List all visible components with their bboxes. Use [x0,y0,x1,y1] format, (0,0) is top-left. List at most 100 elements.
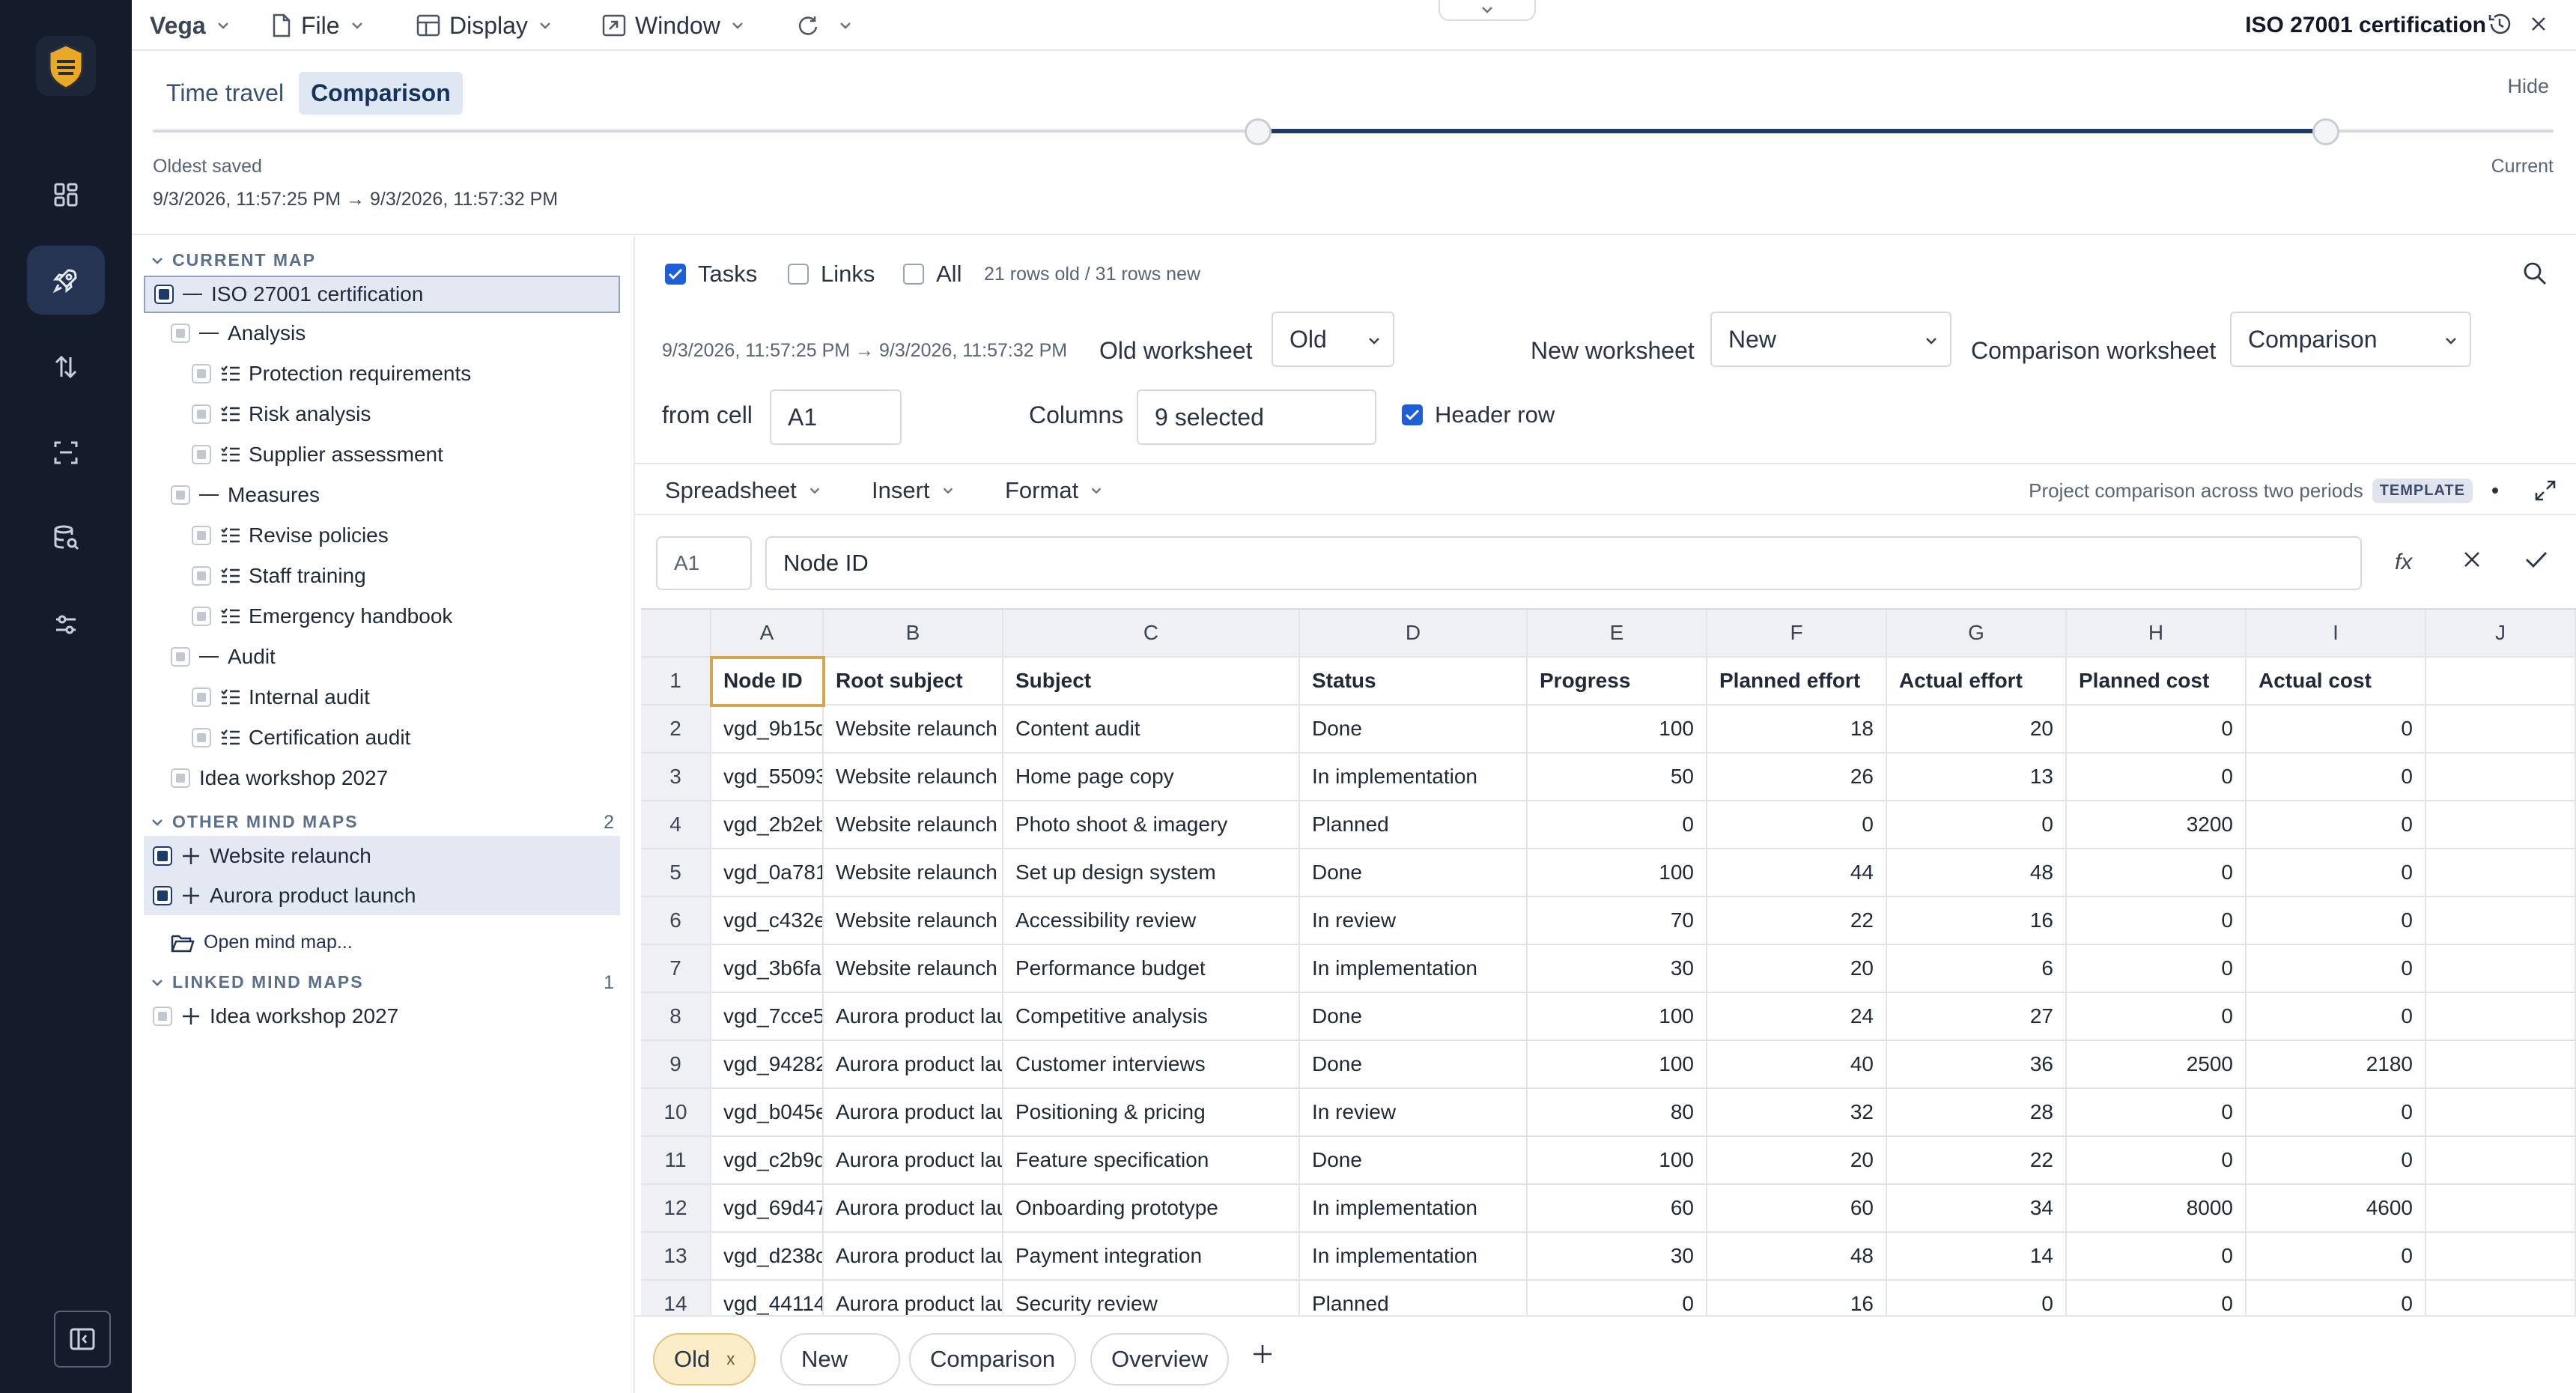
table-cell[interactable]: vgd_c2b9d [711,1137,824,1185]
column-header-J[interactable]: J [2426,610,2576,658]
column-header-C[interactable]: C [1003,610,1300,658]
row-number[interactable]: 7 [641,945,711,993]
table-cell[interactable]: 2500 [2067,1041,2247,1089]
menu-display[interactable]: Display [416,0,553,51]
timeline-end-handle[interactable] [2312,118,2339,145]
node-checkbox[interactable] [171,768,190,788]
header-cell[interactable]: Planned cost [2067,658,2247,705]
table-cell[interactable]: Aurora product launch [824,1089,1003,1137]
sheet-tab-new[interactable]: New [780,1333,900,1386]
tree-node-certification-audit[interactable]: Certification audit [192,719,410,756]
table-cell[interactable]: Done [1300,705,1528,753]
table-cell[interactable]: 0 [2067,753,2247,801]
table-cell[interactable]: vgd_c432e [711,897,824,945]
column-header-I[interactable]: I [2247,610,2426,658]
table-cell[interactable]: 30 [1528,1233,1707,1281]
menu-insert[interactable]: Insert [872,464,956,517]
tasks-checkbox[interactable]: Tasks [665,261,757,288]
table-cell[interactable]: 36 [1887,1041,2067,1089]
table-cell[interactable]: 26 [1707,753,1887,801]
node-checkbox[interactable] [192,526,211,545]
hide-button[interactable]: Hide [2507,75,2549,98]
table-cell[interactable]: Onboarding prototype [1003,1185,1300,1233]
table-cell[interactable]: vgd_94282 [711,1041,824,1089]
expand-button[interactable] [2534,479,2557,502]
table-cell[interactable]: Customer interviews [1003,1041,1300,1089]
row-number[interactable]: 9 [641,1041,711,1089]
table-cell[interactable]: 30 [1528,945,1707,993]
node-checkbox[interactable] [192,607,211,626]
table-cell[interactable]: Aurora product launch [824,1233,1003,1281]
table-cell[interactable]: Aurora product launch [824,1185,1003,1233]
table-cell[interactable]: 0 [1887,1281,2067,1315]
rail-scan-button[interactable] [27,418,105,487]
table-cell[interactable]: Planned [1300,1281,1528,1315]
table-cell[interactable] [2426,897,2576,945]
row-number[interactable]: 5 [641,849,711,897]
sheet-tab-old[interactable]: Old x [653,1333,756,1386]
table-cell[interactable]: Website relaunch [824,945,1003,993]
table-cell[interactable]: 100 [1528,993,1707,1041]
table-cell[interactable]: Competitive analysis [1003,993,1300,1041]
table-cell[interactable] [2426,1281,2576,1315]
table-cell[interactable]: In implementation [1300,945,1528,993]
table-cell[interactable] [2426,1089,2576,1137]
panel-pull-tab[interactable] [1439,0,1536,21]
table-cell[interactable]: 2180 [2247,1041,2426,1089]
table-cell[interactable]: 0 [2247,993,2426,1041]
table-cell[interactable]: In implementation [1300,1185,1528,1233]
node-checkbox[interactable] [153,846,172,866]
table-cell[interactable]: 20 [1707,945,1887,993]
add-sheet-button[interactable] [1251,1342,1275,1366]
close-document-button[interactable] [2528,13,2549,34]
tree-node-internal-audit[interactable]: Internal audit [192,679,370,716]
table-cell[interactable]: In implementation [1300,753,1528,801]
table-cell[interactable]: In implementation [1300,1233,1528,1281]
header-cell[interactable]: Progress [1528,658,1707,705]
table-cell[interactable] [2426,1137,2576,1185]
tree-node-measures[interactable]: Measures [171,476,320,514]
row-number[interactable]: 3 [641,753,711,801]
header-cell[interactable]: Status [1300,658,1528,705]
formula-input[interactable]: Node ID [765,536,2362,590]
menu-spreadsheet[interactable]: Spreadsheet [665,464,822,517]
table-cell[interactable] [2426,1185,2576,1233]
grid-corner[interactable] [641,610,711,658]
table-cell[interactable]: 100 [1528,1041,1707,1089]
linked-maps-header[interactable]: LINKED MIND MAPS [150,972,364,992]
header-cell[interactable]: Actual effort [1887,658,2067,705]
row-number[interactable]: 14 [641,1281,711,1315]
table-cell[interactable]: Photo shoot & imagery [1003,801,1300,849]
table-cell[interactable]: 20 [1887,705,2067,753]
header-cell[interactable]: Node ID [711,658,824,705]
table-cell[interactable]: 16 [1887,897,2067,945]
table-cell[interactable]: vgd_44114 [711,1281,824,1315]
tree-node-risk[interactable]: Risk analysis [192,395,371,433]
table-cell[interactable] [2426,993,2576,1041]
table-cell[interactable] [2426,1041,2576,1089]
table-cell[interactable]: 60 [1707,1185,1887,1233]
table-cell[interactable]: 0 [1528,801,1707,849]
table-cell[interactable]: 14 [1887,1233,2067,1281]
sidebar-toggle-button[interactable] [54,1311,111,1368]
table-cell[interactable]: 0 [2247,753,2426,801]
table-cell[interactable]: Done [1300,993,1528,1041]
rail-database-button[interactable] [27,503,105,572]
rail-settings-button[interactable] [27,590,105,659]
menu-file[interactable]: File [271,0,365,51]
node-checkbox[interactable] [171,324,190,343]
table-cell[interactable]: In review [1300,1089,1528,1137]
table-cell[interactable]: 0 [2067,1089,2247,1137]
table-cell[interactable] [2426,753,2576,801]
node-checkbox[interactable] [192,404,211,424]
table-cell[interactable]: 28 [1887,1089,2067,1137]
table-cell[interactable]: Aurora product launch [824,993,1003,1041]
tree-node-emergency[interactable]: Emergency handbook [192,598,452,635]
current-map-header[interactable]: CURRENT MAP [150,250,316,270]
cell-reference[interactable]: A1 [656,536,752,590]
node-checkbox[interactable] [153,1007,172,1026]
table-cell[interactable]: In review [1300,897,1528,945]
timeline-start-handle[interactable] [1245,118,1272,145]
all-checkbox[interactable]: All [903,261,962,288]
table-cell[interactable]: Security review [1003,1281,1300,1315]
